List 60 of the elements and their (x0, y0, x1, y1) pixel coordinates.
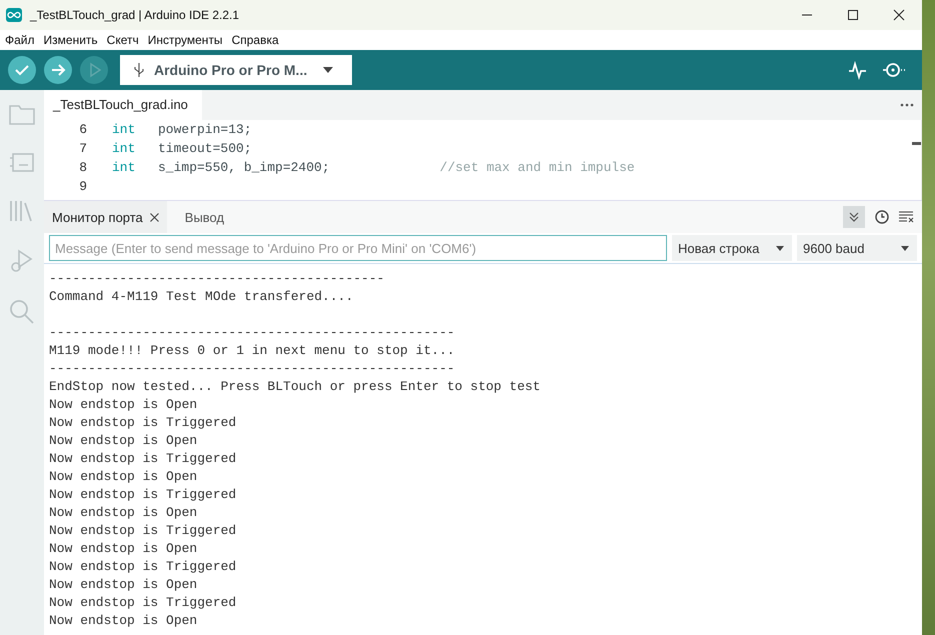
output-line: ---------------------------------------------------- (49, 361, 455, 376)
menu-item[interactable]: Изменить (40, 33, 104, 47)
dropdown-caret-icon (776, 246, 784, 250)
message-input-field[interactable]: Message (Enter to send message to 'Arduino Pro or Pro Mini' on 'COM6') (49, 235, 667, 261)
output-line: Now endstop is Open (49, 577, 198, 592)
output-line: Now endstop is Open (49, 433, 198, 448)
file-tab[interactable]: _TestBLTouch_grad.ino (44, 90, 202, 120)
more-dots-icon[interactable] (900, 103, 914, 107)
code-keyword: int (112, 141, 136, 156)
dropdown-caret-icon (901, 246, 909, 250)
output-line: Now endstop is Open (49, 541, 198, 556)
serial-monitor-icon[interactable] (882, 60, 906, 80)
panel-tab[interactable]: Монитор порта (44, 201, 167, 233)
serial-plotter-icon[interactable] (848, 60, 868, 80)
double-chevron-down-icon (849, 212, 859, 222)
code-keyword: int (112, 160, 136, 175)
line-ending-dropdown[interactable]: Новая строка (672, 235, 792, 261)
output-line: Now endstop is Triggered (49, 415, 236, 430)
infinity-logo-icon (6, 8, 22, 22)
maximize-icon[interactable] (847, 9, 859, 21)
code-text: powerpin=13; (158, 122, 252, 137)
output-line: Now endstop is Triggered (49, 523, 236, 538)
output-line: Now endstop is Triggered (49, 595, 236, 610)
close-icon[interactable] (893, 9, 905, 21)
output-line: Now endstop is Triggered (49, 487, 236, 502)
autoscroll-toggle[interactable] (843, 206, 865, 228)
usb-icon (134, 62, 144, 78)
menu-item[interactable]: Скетч (104, 33, 145, 47)
line-number: 8 (78, 160, 87, 175)
panel-tab[interactable]: Вывод (176, 201, 232, 233)
output-line: Now endstop is Open (49, 397, 198, 412)
code-text: s_imp=550, b_imp=2400; (158, 160, 330, 175)
menu-item[interactable]: Файл (2, 33, 41, 47)
line-number: 7 (78, 141, 87, 156)
menu-item[interactable]: Справка (228, 33, 285, 47)
output-line: ---------------------------------------------------- (49, 325, 455, 340)
verify-check-icon[interactable] (8, 56, 36, 84)
output-line: ------------------------------------------- (49, 271, 384, 286)
window-title: _TestBLTouch_grad | Arduino IDE 2.2.1 (30, 8, 240, 22)
clock-icon[interactable] (875, 210, 889, 224)
menu-item[interactable]: Инструменты (144, 33, 229, 47)
baud-rate-dropdown[interactable]: 9600 baud (797, 235, 917, 261)
output-line: Now endstop is Triggered (49, 559, 236, 574)
code-keyword: int (112, 122, 136, 137)
board-selector[interactable]: Arduino Pro or Pro M... (120, 55, 352, 85)
dropdown-caret-icon (323, 67, 334, 73)
output-line: M119 mode!!! Press 0 or 1 in next menu to stop it... (49, 343, 455, 358)
clear-output-icon[interactable] (899, 211, 914, 223)
output-line: Now endstop is Open (49, 505, 198, 520)
output-line: Now endstop is Open (49, 613, 198, 628)
output-line: EndStop now tested... Press BLTouch or press Enter to stop test (49, 379, 540, 394)
output-line: Now endstop is Open (49, 469, 198, 484)
line-number: 6 (78, 122, 87, 137)
scrollbar[interactable] (912, 142, 921, 145)
output-line: Command 4-M119 Test MOde transfered.... (49, 289, 354, 304)
close-icon[interactable] (150, 212, 159, 222)
output-line: Now endstop is Triggered (49, 451, 236, 466)
line-number: 9 (78, 179, 87, 194)
code-text: timeout=500; (158, 141, 252, 156)
code-comment: //set max and min impulse (440, 160, 635, 175)
